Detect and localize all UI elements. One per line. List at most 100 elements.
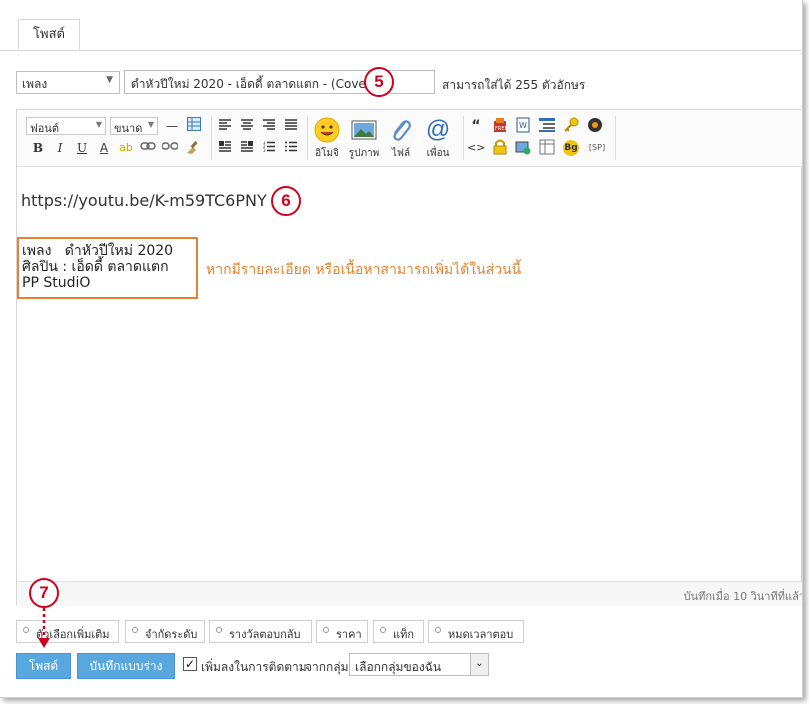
annotation-arrow-icon xyxy=(38,608,50,648)
radio-dot-icon xyxy=(132,627,138,633)
post-window: โพสต์ เพลง ▼ ดำหัวปีใหม่ 2020 - เอ็ดดี้ … xyxy=(0,0,803,698)
clear-format-icon[interactable] xyxy=(183,139,201,157)
reward-button[interactable]: รางวัลตอบกลับ xyxy=(209,620,312,643)
quote-icon[interactable]: “ xyxy=(467,117,485,135)
category-select[interactable]: เพลง ▼ xyxy=(16,71,120,94)
price-label: ราคา xyxy=(336,628,362,641)
expire-label: หมดเวลาตอบ xyxy=(448,628,514,641)
image-label: รูปภาพ xyxy=(348,148,380,159)
tag-label: แท็ก xyxy=(393,628,415,641)
sp-button[interactable]: [SP] xyxy=(584,139,610,157)
align-right-icon[interactable] xyxy=(260,117,278,135)
lock-icon[interactable] xyxy=(491,139,509,157)
chevron-down-icon: ▼ xyxy=(106,75,113,85)
from-group-label: จากกลุ่ม: xyxy=(305,660,353,674)
content-url[interactable]: https://youtu.be/K-m59TC6PNY xyxy=(21,191,267,210)
autosave-status: บันทึกเมื่อ 10 วินาทีที่แล้ว xyxy=(683,590,803,603)
insert-media-icon[interactable] xyxy=(514,139,532,157)
emoji-icon xyxy=(313,116,341,144)
code-icon[interactable]: <> xyxy=(467,139,485,157)
table-icon[interactable] xyxy=(185,117,203,135)
autosave-bar: บันทึกเมื่อ 10 วินาทีที่แล้ว xyxy=(17,581,803,606)
italic-button[interactable]: I xyxy=(51,139,69,157)
toolbar-separator xyxy=(615,116,616,160)
bg-label: Bg xyxy=(563,140,579,156)
svg-text:3: 3 xyxy=(263,148,266,152)
attach-file-button[interactable]: ไฟล์ xyxy=(381,114,421,162)
studio-line: PP StudiO xyxy=(22,275,91,291)
tag-button[interactable]: แท็ก xyxy=(373,620,424,643)
paperclip-icon xyxy=(387,116,415,144)
horizontal-rule-icon[interactable]: — xyxy=(163,117,181,135)
annotation-6: 6 xyxy=(271,186,301,216)
limit-level-label: จำกัดระดับ xyxy=(145,628,198,641)
chevron-down-icon: ⌄ xyxy=(470,654,488,675)
price-button[interactable]: ราคา xyxy=(316,620,368,643)
align-center-icon[interactable] xyxy=(238,117,256,135)
toolbar-separator xyxy=(211,116,212,160)
radio-dot-icon xyxy=(23,627,29,633)
radio-dot-icon xyxy=(435,627,441,633)
bold-button[interactable]: B xyxy=(29,139,47,157)
title-value: ดำหัวปีใหม่ 2020 - เอ็ดดี้ ตลาดแตก - (Co… xyxy=(131,77,376,91)
group-select-value: เลือกกลุ่มของฉัน xyxy=(355,660,442,674)
limit-level-button[interactable]: จำกัดระดับ xyxy=(125,620,205,643)
align-left-icon[interactable] xyxy=(216,117,234,135)
word-doc-icon[interactable]: W xyxy=(514,117,532,135)
tab-post[interactable]: โพสต์ xyxy=(18,19,80,50)
svg-text:FREE: FREE xyxy=(495,126,508,132)
editor-toolbar: ฟอนต์ ▼ ขนาด ▼ — B I U A ab 1 2 3 อิโมจิ… xyxy=(17,110,802,167)
annotation-7: 7 xyxy=(29,578,59,608)
align-justify-icon[interactable] xyxy=(282,117,300,135)
post-editor: ฟอนต์ ▼ ขนาด ▼ — B I U A ab 1 2 3 อิโมจิ… xyxy=(16,109,803,606)
background-color-button[interactable]: Bg xyxy=(562,139,580,157)
category-value: เพลง xyxy=(22,77,48,91)
float-right-icon[interactable] xyxy=(238,139,256,157)
toolbar-separator xyxy=(463,116,464,160)
media-icon[interactable] xyxy=(586,117,604,135)
list-icon[interactable] xyxy=(538,117,556,135)
highlight-icon[interactable]: ab xyxy=(117,139,135,157)
svg-text:W: W xyxy=(519,121,527,130)
unlink-icon[interactable] xyxy=(161,139,179,157)
unordered-list-icon[interactable] xyxy=(282,139,300,157)
radio-dot-icon xyxy=(216,627,222,633)
at-icon: @ xyxy=(425,116,451,143)
expire-button[interactable]: หมดเวลาตอบ xyxy=(428,620,524,643)
size-select-label: ขนาด xyxy=(114,122,143,135)
chevron-down-icon: ▼ xyxy=(95,120,102,129)
columns-icon[interactable] xyxy=(538,139,556,157)
save-draft-button[interactable]: บันทึกแบบร่าง xyxy=(77,653,175,679)
font-select-label: ฟอนต์ xyxy=(30,122,60,135)
link-icon[interactable] xyxy=(139,139,157,157)
annotation-5: 5 xyxy=(364,67,394,97)
more-options-button[interactable]: ตัวเลือกเพิ่มเติม xyxy=(16,620,119,643)
char-limit-hint: สามารถใส่ได้ 255 ตัวอักษร xyxy=(442,78,586,92)
mention-label: เพื่อน xyxy=(426,148,450,159)
file-label: ไฟล์ xyxy=(391,148,411,159)
song-info-box: เพลง ดำหัวปีใหม่ 2020 ศิลปิน : เอ็ดดี้ ต… xyxy=(17,237,198,299)
emoji-label: อิโมจิ xyxy=(315,148,339,159)
follow-label: เพิ่มลงในการติดตาม xyxy=(201,660,307,674)
content-note: หากมีรายละเอียด หรือเนื้อหาสามารถเพิ่มได… xyxy=(206,262,522,278)
size-select[interactable]: ขนาด ▼ xyxy=(110,117,158,135)
reward-label: รางวัลตอบกลับ xyxy=(229,628,301,641)
font-select[interactable]: ฟอนต์ ▼ xyxy=(26,117,106,135)
image-button[interactable]: รูปภาพ xyxy=(344,114,384,162)
free-icon[interactable]: FREE xyxy=(491,117,509,135)
post-button[interactable]: โพสต์ xyxy=(16,653,71,679)
mention-button[interactable]: @ เพื่อน xyxy=(418,114,458,162)
image-icon xyxy=(350,116,378,144)
float-left-icon[interactable] xyxy=(216,139,234,157)
text-color-button[interactable]: A xyxy=(95,139,113,157)
artist-line: ศิลปิน : เอ็ดดี้ ตลาดแตก xyxy=(22,259,169,275)
radio-dot-icon xyxy=(380,627,386,633)
underline-button[interactable]: U xyxy=(73,139,91,157)
group-select[interactable]: เลือกกลุ่มของฉัน ⌄ xyxy=(349,653,489,676)
follow-checkbox[interactable]: ✓ xyxy=(183,657,197,671)
ordered-list-icon[interactable]: 123 xyxy=(260,139,278,157)
emoji-button[interactable]: อิโมจิ xyxy=(307,114,347,162)
chevron-down-icon: ▼ xyxy=(147,120,154,129)
key-icon[interactable] xyxy=(562,117,580,135)
song-title-line: เพลง ดำหัวปีใหม่ 2020 xyxy=(22,243,174,259)
